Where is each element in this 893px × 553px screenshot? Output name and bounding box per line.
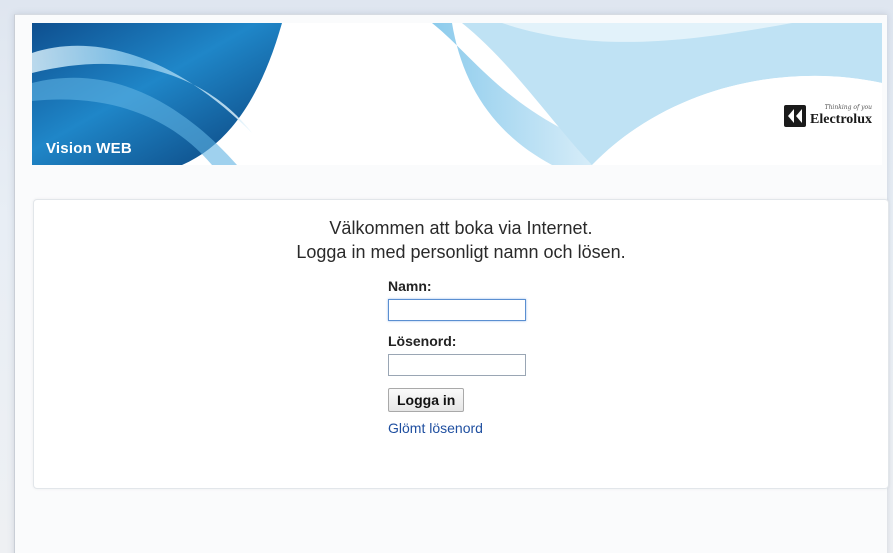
name-input[interactable] [388,299,526,321]
password-label: Lösenord: [388,333,457,349]
login-form: Namn: Lösenord: Logga in Glömt lösenord [388,278,588,436]
forgot-password-link[interactable]: Glömt lösenord [388,420,588,436]
electrolux-brand: Thinking of you Electrolux [784,105,872,127]
login-panel: Välkommen att boka via Internet. Logga i… [33,199,889,489]
brand-text: Thinking of you Electrolux [810,105,872,127]
brand-tagline: Thinking of you [824,104,872,111]
login-button[interactable]: Logga in [388,388,465,412]
password-input[interactable] [388,354,526,376]
welcome-heading: Välkommen att boka via Internet. [329,218,593,238]
page-container: Vision WEB Thinking of you Electrolux Vä… [14,14,889,553]
app-title: Vision WEB [46,140,132,157]
header-banner: Vision WEB Thinking of you Electrolux [32,23,882,165]
electrolux-logo-icon [784,105,807,127]
banner-wave-graphic [32,23,882,165]
brand-name: Electrolux [810,112,872,127]
name-label: Namn: [388,278,432,294]
welcome-subheading: Logga in med personligt namn och lösen. [296,242,626,262]
